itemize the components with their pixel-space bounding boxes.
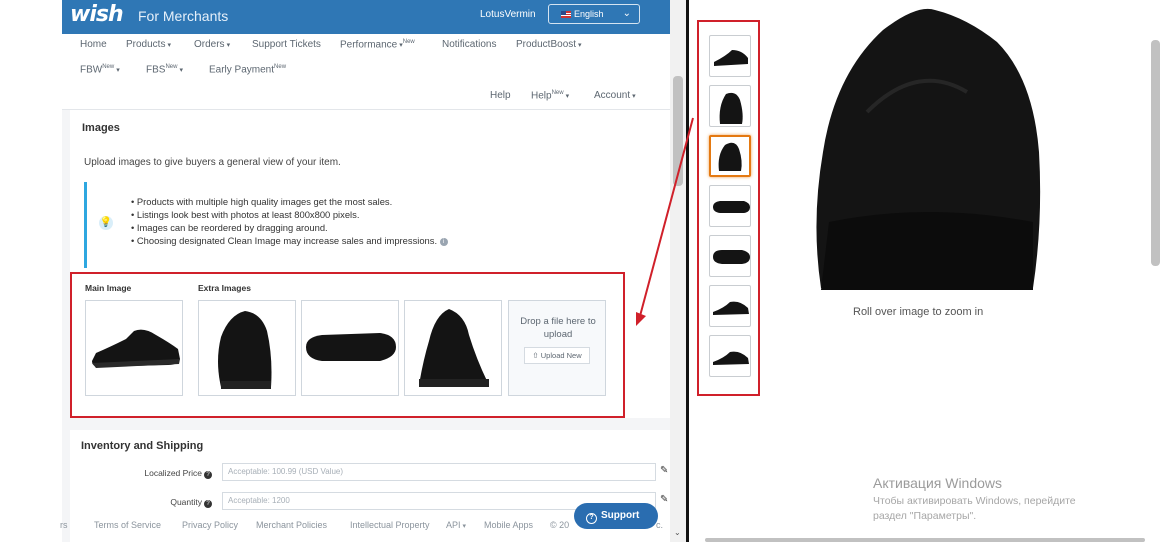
nav-productboost[interactable]: ProductBoost ▾ bbox=[516, 39, 582, 50]
images-description: Upload images to give buyers a general v… bbox=[84, 157, 341, 168]
windows-activation-title: Активация Windows bbox=[873, 475, 1003, 491]
support-button[interactable]: ? Support bbox=[574, 503, 658, 529]
nav-early-payment[interactable]: Early PaymentNew bbox=[209, 64, 286, 75]
help-icon[interactable]: ? bbox=[204, 500, 212, 508]
scrollbar-thumb[interactable] bbox=[673, 76, 683, 186]
drop-zone-text: Drop a file here to upload bbox=[520, 316, 596, 340]
inventory-section-title: Inventory and Shipping bbox=[81, 440, 204, 452]
chevron-down-icon: ⌄ bbox=[622, 8, 631, 19]
extra-image-thumbnail[interactable] bbox=[404, 300, 502, 396]
for-merchants-label: For Merchants bbox=[138, 8, 229, 24]
wish-logo[interactable]: wish bbox=[70, 2, 124, 27]
extra-image-thumbnail[interactable] bbox=[301, 300, 399, 396]
nav-support-tickets[interactable]: Support Tickets bbox=[252, 39, 321, 50]
viewer-scrollbar[interactable] bbox=[1151, 40, 1160, 266]
left-gutter bbox=[0, 0, 62, 542]
images-highlight-frame: Main Image Extra Images Drop a file here… bbox=[70, 272, 625, 418]
viewer-thumbnail[interactable] bbox=[709, 185, 751, 227]
language-select[interactable]: English ⌄ bbox=[548, 4, 640, 24]
upload-new-button[interactable]: ⇧ Upload New bbox=[524, 347, 590, 364]
footer-copyright: © 20 bbox=[550, 520, 570, 530]
wish-merchant-pane: wish For Merchants LotusVermin English ⌄… bbox=[0, 0, 686, 542]
top-bar: wish For Merchants LotusVermin English ⌄ bbox=[62, 0, 670, 34]
viewer-thumbnail[interactable] bbox=[709, 235, 751, 277]
viewer-thumbnail[interactable] bbox=[709, 85, 751, 127]
footer-ip-link[interactable]: Intellectual Property bbox=[350, 520, 430, 530]
footer-privacy-link[interactable]: Privacy Policy bbox=[182, 520, 238, 530]
main-image-thumbnail[interactable] bbox=[85, 300, 183, 396]
main-product-image[interactable] bbox=[807, 2, 1047, 294]
extra-images-label: Extra Images bbox=[198, 283, 251, 293]
main-navigation: Home Products ▾ Orders ▾ Support Tickets P… bbox=[62, 34, 670, 110]
username-link[interactable]: LotusVermin bbox=[480, 9, 536, 20]
pencil-icon[interactable]: ✎ bbox=[660, 465, 668, 476]
localized-price-input[interactable]: Acceptable: 100.99 (USD Value) bbox=[222, 463, 656, 481]
file-drop-zone[interactable]: Drop a file here to upload ⇧ Upload New bbox=[508, 300, 606, 396]
nav-products[interactable]: Products ▾ bbox=[126, 39, 171, 50]
tip-item: Products with multiple high quality imag… bbox=[131, 195, 448, 208]
lightbulb-icon: 💡 bbox=[99, 216, 113, 230]
nav-fbs[interactable]: FBSNew▾ bbox=[146, 64, 183, 75]
upload-icon: ⇧ bbox=[532, 351, 539, 360]
nav-help-new[interactable]: HelpNew▾ bbox=[531, 90, 569, 101]
viewer-horizontal-scrollbar[interactable] bbox=[705, 538, 1145, 542]
pencil-icon[interactable]: ✎ bbox=[660, 494, 668, 505]
viewer-thumbnail[interactable] bbox=[709, 285, 751, 327]
nav-performance[interactable]: Performance ▾New bbox=[340, 39, 415, 50]
viewer-thumbnail[interactable] bbox=[709, 35, 751, 77]
nav-home[interactable]: Home bbox=[80, 39, 107, 50]
vertical-scrollbar[interactable]: ⌄ bbox=[670, 0, 686, 542]
info-icon[interactable]: i bbox=[439, 238, 448, 246]
us-flag-icon bbox=[561, 11, 571, 18]
thumbnail-strip bbox=[697, 20, 760, 396]
extra-image-thumbnail[interactable] bbox=[198, 300, 296, 396]
product-viewer-pane: Roll over image to zoom in Активация Win… bbox=[689, 0, 1170, 542]
scroll-down-arrow[interactable]: ⌄ bbox=[674, 528, 681, 537]
localized-price-label: Localized Price? bbox=[92, 468, 212, 479]
images-section-title: Images bbox=[82, 122, 120, 134]
tip-item: Images can be reordered by dragging arou… bbox=[131, 221, 448, 234]
viewer-thumbnail-selected[interactable] bbox=[709, 135, 751, 177]
viewer-thumbnail[interactable] bbox=[709, 335, 751, 377]
language-label: English bbox=[574, 9, 604, 19]
zoom-caption: Roll over image to zoom in bbox=[853, 306, 984, 318]
footer-merchant-policies-link[interactable]: Merchant Policies bbox=[256, 520, 327, 530]
tip-item: Choosing designated Clean Image may incr… bbox=[131, 234, 448, 247]
images-card: Images Upload images to give buyers a ge… bbox=[70, 110, 670, 418]
nav-notifications[interactable]: Notifications bbox=[442, 39, 496, 50]
windows-activation-text: Чтобы активировать Windows, перейдите ра… bbox=[873, 495, 1076, 522]
footer-terms-link[interactable]: Terms of Service bbox=[94, 520, 161, 530]
question-icon: ? bbox=[586, 513, 597, 524]
nav-orders[interactable]: Orders ▾ bbox=[194, 39, 230, 50]
image-tips-box: 💡 Products with multiple high quality im… bbox=[84, 182, 670, 268]
tips-list: Products with multiple high quality imag… bbox=[131, 195, 448, 247]
help-icon[interactable]: ? bbox=[204, 471, 212, 479]
main-image-label: Main Image bbox=[85, 283, 132, 293]
footer-api-link[interactable]: API ▾ bbox=[446, 520, 466, 530]
footer-mobile-apps-link[interactable]: Mobile Apps bbox=[484, 520, 533, 530]
nav-fbw[interactable]: FBWNew▾ bbox=[80, 64, 120, 75]
quantity-label: Quantity? bbox=[92, 497, 212, 508]
tip-item: Listings look best with photos at least … bbox=[131, 208, 448, 221]
content-area: Images Upload images to give buyers a ge… bbox=[62, 110, 670, 542]
nav-account[interactable]: Account ▾ bbox=[594, 90, 636, 101]
screenshot-stage: wish For Merchants LotusVermin English ⌄… bbox=[0, 0, 1170, 542]
nav-help[interactable]: Help bbox=[490, 90, 511, 101]
footer-copyright-tail: c. bbox=[656, 520, 664, 530]
footer-link[interactable]: rs bbox=[60, 520, 68, 530]
